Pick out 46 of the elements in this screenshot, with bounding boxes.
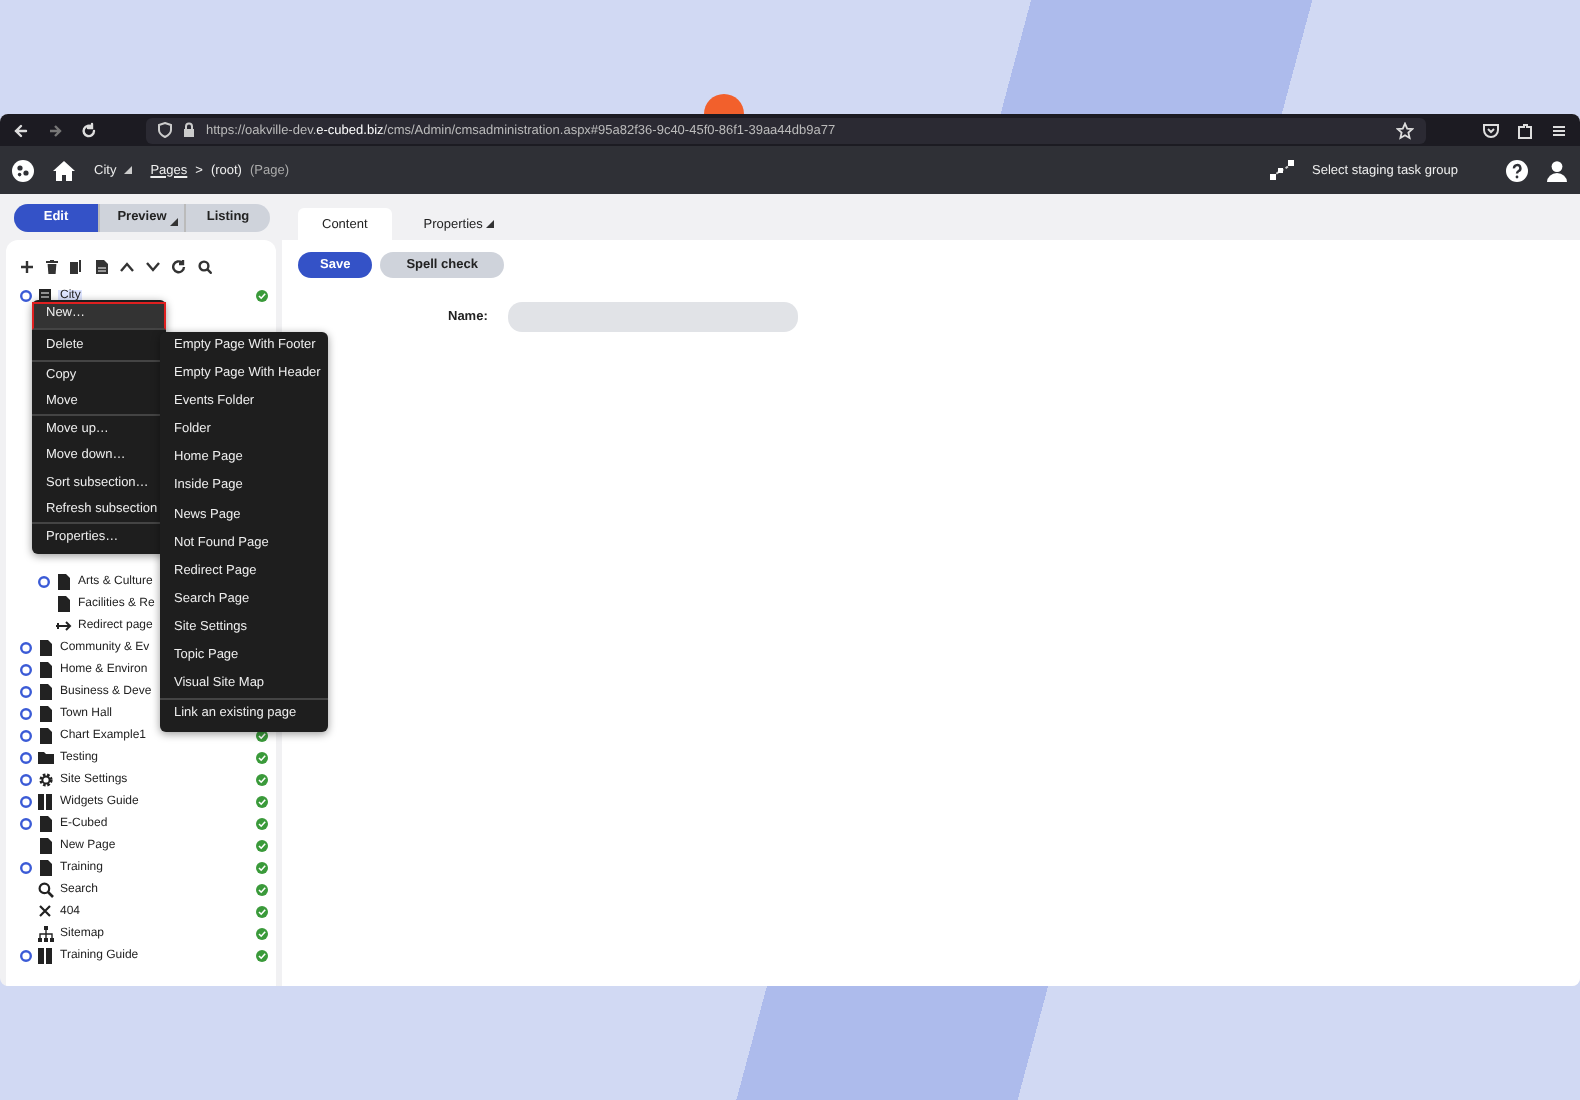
folder-icon [37, 750, 53, 764]
expand-icon[interactable] [20, 289, 32, 301]
help-icon[interactable] [1506, 159, 1528, 181]
expand-icon[interactable] [20, 663, 32, 675]
expand-icon[interactable] [20, 949, 32, 961]
pocket-icon[interactable] [1482, 121, 1500, 139]
chevron-down-icon[interactable] [146, 261, 160, 271]
trash-icon[interactable] [46, 259, 58, 273]
expand-icon[interactable] [38, 575, 50, 587]
expand-icon[interactable] [20, 641, 32, 653]
expand-icon[interactable] [20, 861, 32, 873]
redirect-arrow-icon [55, 619, 71, 631]
expand-icon[interactable] [20, 751, 32, 763]
home-icon[interactable] [52, 159, 76, 181]
caret-icon [124, 166, 133, 174]
search-icon[interactable] [198, 259, 212, 273]
menu-icon[interactable] [1550, 121, 1568, 139]
expand-icon[interactable] [20, 795, 32, 807]
refresh-icon[interactable] [172, 259, 186, 273]
shield-icon [158, 122, 172, 138]
forward-icon[interactable] [46, 121, 64, 139]
book-icon [38, 947, 52, 963]
close-icon [38, 904, 52, 918]
logo-icon[interactable] [12, 159, 34, 181]
chevron-up-icon[interactable] [120, 261, 134, 271]
expand-icon[interactable] [20, 685, 32, 697]
sitemap-icon [37, 925, 53, 941]
user-icon[interactable] [1546, 159, 1568, 181]
reload-icon[interactable] [80, 121, 98, 139]
add-icon[interactable] [20, 259, 34, 273]
expand-icon[interactable] [20, 707, 32, 719]
star-icon[interactable] [1396, 121, 1414, 139]
book-icon [38, 793, 52, 809]
lock-icon [182, 122, 196, 138]
back-icon[interactable] [12, 121, 30, 139]
app-icon [704, 94, 744, 114]
name-field[interactable] [507, 302, 798, 332]
settings-icon [37, 771, 53, 787]
expand-icon[interactable] [20, 773, 32, 785]
copy-icon[interactable] [70, 259, 84, 273]
expand-icon[interactable] [20, 729, 32, 741]
staging-icon[interactable] [1270, 160, 1294, 180]
search-icon [37, 881, 53, 897]
expand-icon[interactable] [20, 817, 32, 829]
extensions-icon[interactable] [1516, 121, 1534, 139]
page-icon[interactable] [96, 259, 108, 273]
